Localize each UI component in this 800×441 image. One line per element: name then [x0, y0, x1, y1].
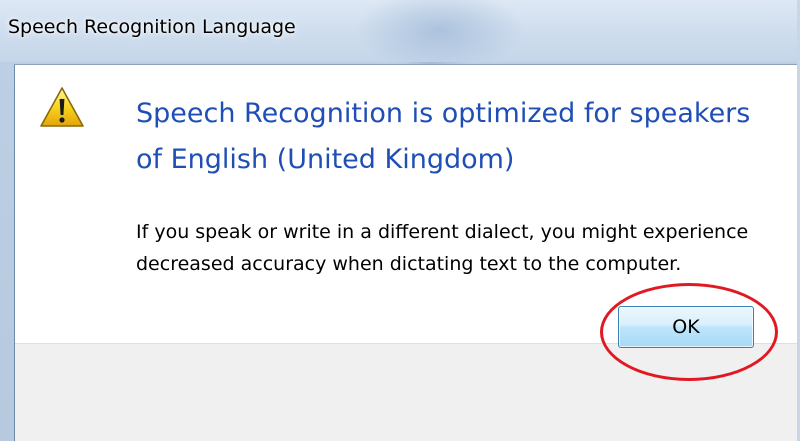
window-title: Speech Recognition Language	[8, 16, 296, 38]
dialog-content: Speech Recognition is optimized for spea…	[15, 65, 800, 343]
warning-icon	[39, 85, 85, 129]
dialog-footer	[15, 343, 800, 441]
content-text: If you speak or write in a different dia…	[136, 221, 749, 275]
title-bar[interactable]: Speech Recognition Language	[0, 0, 800, 62]
dialog-client-area: Speech Recognition is optimized for spea…	[14, 64, 800, 441]
ok-button[interactable]: OK	[618, 306, 754, 348]
dialog-window: Speech Recognition Language Speech Recog…	[0, 0, 800, 441]
main-instruction: Speech Recognition is optimized for spea…	[136, 98, 751, 175]
